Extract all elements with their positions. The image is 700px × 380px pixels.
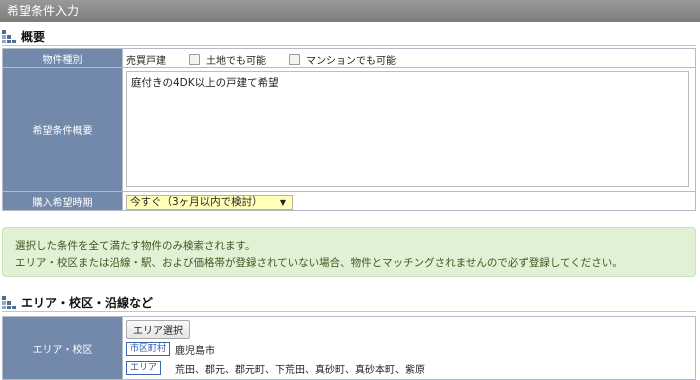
area-label: エリア・校区: [3, 317, 123, 379]
section-header-overview: 概要: [2, 27, 45, 45]
overview-form-table: 物件種別 売買戸建 土地でも可能 マンションでも可能 希望条件概要 庭付きの4D…: [2, 48, 696, 211]
city-value: 鹿児島市: [175, 346, 215, 357]
timing-label: 購入希望時期: [3, 192, 123, 210]
window-title-bar: 希望条件入力: [0, 0, 700, 22]
area-form-table: エリア・校区 エリア選択 市区町村 鹿児島市 エリア 荒田、郡元、郡元町、下荒田…: [2, 316, 696, 380]
area-row: エリア・校区 エリア選択 市区町村 鹿児島市 エリア 荒田、郡元、郡元町、下荒田…: [3, 317, 695, 379]
summary-row: 希望条件概要 庭付きの4DK以上の戸建て希望: [3, 68, 695, 191]
notice-box: 選択した条件を全て満たす物件のみ検索されます。 エリア・校区または沿線・駅、およ…: [2, 227, 696, 277]
timing-cell: 今すぐ（3ヶ月以内で検討） ▼: [123, 192, 695, 210]
section-title-area: エリア・校区・沿線など: [21, 295, 154, 310]
option-mansion-ok[interactable]: マンションでも可能: [289, 52, 396, 67]
timing-selected-value: 今すぐ（3ヶ月以内で検討）: [130, 196, 263, 208]
window-title: 希望条件入力: [7, 4, 80, 18]
section-divider: [2, 311, 696, 312]
timing-row: 購入希望時期 今すぐ（3ヶ月以内で検討） ▼: [3, 192, 695, 210]
section-grid-icon: [2, 29, 16, 43]
mansion-ok-label: マンションでも可能: [306, 56, 396, 67]
dropdown-arrow-icon: ▼: [279, 198, 286, 207]
city-tag: 市区町村: [126, 342, 171, 356]
land-ok-checkbox[interactable]: [189, 54, 200, 65]
section-grid-icon: [2, 295, 16, 309]
notice-line-1: 選択した条件を全て満たす物件のみ検索されます。: [15, 240, 256, 252]
section-title-overview: 概要: [21, 29, 46, 44]
area-select-button[interactable]: エリア選択: [126, 320, 190, 339]
section-header-area: エリア・校区・沿線など: [2, 293, 153, 311]
land-ok-label: 土地でも可能: [206, 56, 266, 67]
summary-label: 希望条件概要: [3, 68, 123, 191]
area-tag: エリア: [126, 361, 162, 375]
property-type-label: 物件種別: [3, 49, 123, 67]
section-divider: [2, 45, 696, 46]
mansion-ok-checkbox[interactable]: [289, 54, 300, 65]
timing-select[interactable]: 今すぐ（3ヶ月以内で検討） ▼: [126, 195, 293, 210]
property-type-cell: 売買戸建 土地でも可能 マンションでも可能: [123, 49, 695, 67]
area-value: 荒田、郡元、郡元町、下荒田、真砂町、真砂本町、紫原: [175, 365, 425, 376]
notice-line-2: エリア・校区または沿線・駅、および価格帯が登録されていない場合、物件とマッチング…: [15, 257, 623, 269]
property-type-row: 物件種別 売買戸建 土地でも可能 マンションでも可能: [3, 49, 695, 67]
summary-cell: 庭付きの4DK以上の戸建て希望: [123, 68, 695, 191]
summary-textarea[interactable]: 庭付きの4DK以上の戸建て希望: [126, 71, 689, 187]
option-land-ok[interactable]: 土地でも可能: [189, 52, 266, 67]
property-type-value: 売買戸建: [126, 56, 166, 67]
area-cell: エリア選択 市区町村 鹿児島市 エリア 荒田、郡元、郡元町、下荒田、真砂町、真砂…: [123, 317, 695, 379]
